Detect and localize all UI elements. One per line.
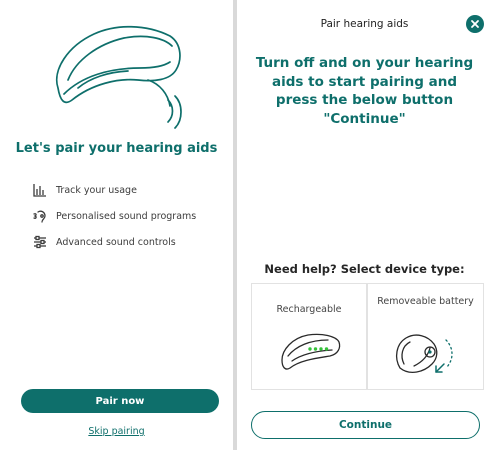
onboarding-title: Let's pair your hearing aids [15,141,218,156]
feature-sound-programs: Personalised sound programs [32,208,196,224]
pairing-screen: Pair hearing aids Turn off and on your h… [237,0,492,450]
device-type-label: Removeable battery [377,296,474,307]
device-type-rechargeable[interactable]: Rechargeable [251,283,367,390]
help-title: Need help? Select device type: [264,262,465,276]
continue-button[interactable]: Continue [251,411,480,439]
feature-label: Advanced sound controls [56,236,176,248]
close-icon [471,20,479,28]
onboarding-screen: Let's pair your hearing aids Track your … [0,0,233,450]
device-type-label: Rechargeable [276,304,342,315]
feature-track-usage: Track your usage [32,182,137,198]
header-title: Pair hearing aids [320,18,409,30]
rechargeable-hearing-aid-icon [281,333,341,370]
pair-now-button[interactable]: Pair now [21,389,219,413]
ear-sound-icon [33,210,46,223]
pairing-instruction: Turn off and on your hearing aids to sta… [255,55,474,127]
sliders-icon [34,235,46,249]
feature-sound-controls: Advanced sound controls [32,234,176,250]
battery-hearing-aid-icon [395,334,453,374]
skip-pairing-link[interactable]: Skip pairing [0,426,233,437]
feature-label: Personalised sound programs [56,210,197,222]
hearing-aid-illustration-icon [55,25,182,129]
feature-label: Track your usage [56,184,137,196]
device-type-removeable-battery[interactable]: Removeable battery [367,283,484,390]
close-button[interactable] [466,15,484,33]
bar-chart-icon [33,184,46,197]
